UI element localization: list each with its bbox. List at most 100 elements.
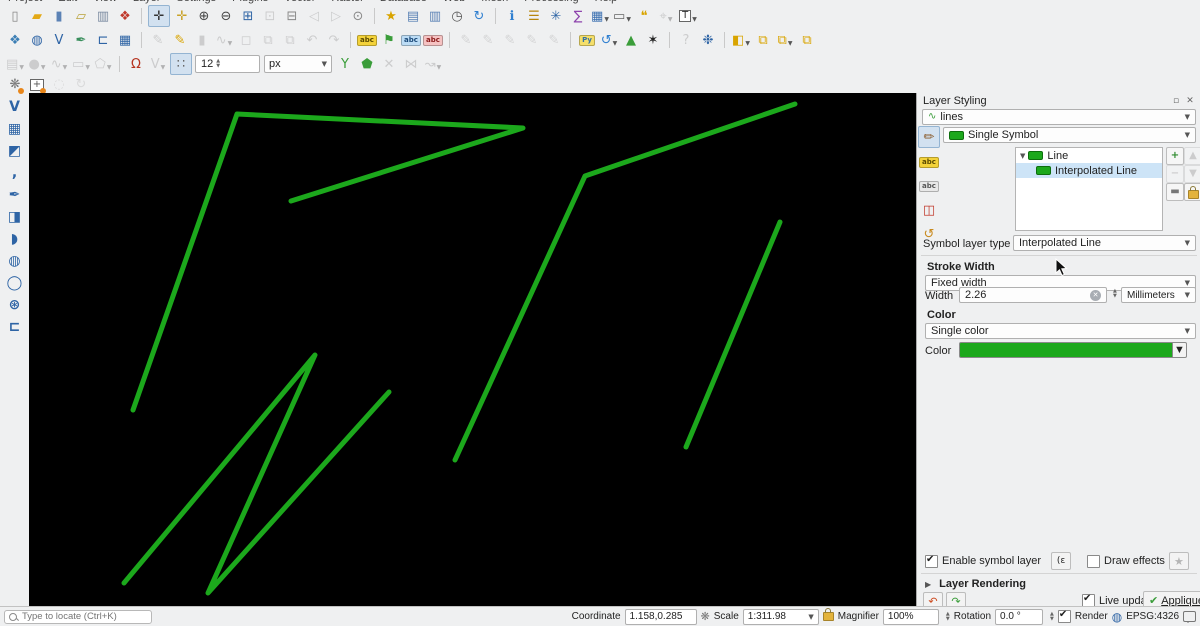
processing-history[interactable]: ↺ ▼: [599, 30, 619, 50]
dropdown-arrow-icon[interactable]: ▼: [613, 40, 618, 50]
layout-manager[interactable]: ▥: [93, 6, 113, 26]
dropdown-arrow-icon[interactable]: ▼: [626, 16, 631, 26]
width-spinbox[interactable]: 2.26 ✕: [959, 287, 1107, 303]
magnifier-box[interactable]: 100%: [882, 608, 939, 625]
add-wfs-layer[interactable]: ⊛: [5, 295, 25, 315]
add-virtual-layer[interactable]: ⊏: [5, 317, 25, 337]
draw-effects-checkbox[interactable]: [1087, 554, 1100, 568]
dropdown-arrow-icon[interactable]: ▼: [228, 40, 233, 50]
snapping-mode[interactable]: V ▼: [148, 54, 168, 74]
add-item[interactable]: +: [27, 75, 47, 95]
add-geopackage-layer[interactable]: ✒: [5, 185, 25, 205]
new-print-layout[interactable]: ▱: [71, 6, 91, 26]
toggle-editing[interactable]: ✎: [148, 30, 168, 50]
locator-input[interactable]: [20, 610, 147, 623]
new-project[interactable]: ▯: [5, 6, 25, 26]
map-tips[interactable]: ❝: [634, 6, 654, 26]
pin-unpin-labels[interactable]: ✎: [456, 30, 476, 50]
add-raster-layer[interactable]: ▦: [5, 119, 25, 139]
open-attribute-table[interactable]: ▦ ▼: [590, 6, 610, 26]
show-unplaced-labels[interactable]: abc: [423, 30, 443, 50]
add-layer[interactable]: ◍: [27, 30, 47, 50]
text-annotation[interactable]: T ▼: [678, 6, 698, 26]
save-project[interactable]: ▮: [49, 6, 69, 26]
remove-symbol-layer[interactable]: −: [1166, 165, 1184, 183]
add-db-layer[interactable]: ◍: [5, 251, 25, 271]
locator-search[interactable]: [4, 609, 152, 624]
width-spinner[interactable]: ▲ ▼: [1113, 289, 1117, 299]
zoom-out[interactable]: ⊖: [216, 6, 236, 26]
move-label[interactable]: ✎: [500, 30, 520, 50]
magnifier-spinner[interactable]: ▲ ▼: [946, 611, 950, 622]
color-mode-combo[interactable]: Single color ▼: [925, 323, 1196, 339]
zoom-in[interactable]: ⊕: [194, 6, 214, 26]
select-by-rectangle[interactable]: ◧ ▼: [731, 30, 751, 50]
vertex-tool[interactable]: ∿ ▼: [214, 30, 234, 50]
show-spatial-bookmarks[interactable]: ▤: [403, 6, 423, 26]
symbology-tab[interactable]: ✏: [918, 126, 940, 148]
enable-tracing[interactable]: Y: [335, 54, 355, 74]
style-manager[interactable]: ❖: [115, 6, 135, 26]
float-panel-icon[interactable]: ▫: [1170, 95, 1182, 107]
sync-tool[interactable]: ◌: [49, 75, 69, 95]
open-project[interactable]: ▰: [27, 6, 47, 26]
refresh-tool[interactable]: ↻: [71, 75, 91, 95]
change-label-properties[interactable]: ✎: [544, 30, 564, 50]
snapping-units-combo[interactable]: px ▼: [264, 55, 332, 73]
lock-scale-icon[interactable]: [822, 608, 834, 621]
copy-features[interactable]: ⧉: [258, 30, 278, 50]
close-panel-icon[interactable]: ✕: [1184, 95, 1196, 107]
new-shapefile-layer[interactable]: V: [49, 30, 69, 50]
current-edits[interactable]: ✎: [170, 30, 190, 50]
layer-labeling-options[interactable]: abc: [357, 30, 377, 50]
color-button[interactable]: ▼: [959, 342, 1187, 358]
add-symbol-layer[interactable]: +: [1166, 147, 1184, 165]
add-wms-layer[interactable]: ◯: [5, 273, 25, 293]
snapping-tolerance-spinner[interactable]: ▲ ▼: [216, 59, 220, 69]
new-vector-layer[interactable]: V: [5, 97, 25, 117]
layer-diagram-options[interactable]: ⚑: [379, 30, 399, 50]
symbol-layer-type-combo[interactable]: Interpolated Line ▼: [1013, 235, 1196, 251]
extents-icon[interactable]: ❋: [701, 611, 710, 622]
scale-combo[interactable]: 1:311.98 ▼: [742, 608, 819, 625]
select-by-expression[interactable]: ⧉: [797, 30, 817, 50]
add-line-feature[interactable]: ∿ ▼: [49, 54, 69, 74]
dropdown-arrow-icon[interactable]: ▼: [437, 64, 442, 74]
clear-value-icon[interactable]: ✕: [1090, 289, 1101, 301]
statistical-summary[interactable]: ∑: [568, 6, 588, 26]
snapping-tolerance-spinbox[interactable]: 12 ▲ ▼: [195, 55, 260, 73]
save-symbol[interactable]: ▬: [1166, 183, 1184, 201]
multiedit-form[interactable]: ◻: [236, 30, 256, 50]
globe-crs-icon[interactable]: ◍: [1112, 611, 1122, 623]
identify-features[interactable]: ℹ: [502, 6, 522, 26]
dropdown-arrow-icon[interactable]: ▼: [19, 64, 24, 74]
add-delimited-text-layer[interactable]: ,: [5, 163, 25, 183]
avoid-overlap[interactable]: ⬟: [357, 54, 377, 74]
deselect-features[interactable]: ✳: [546, 6, 566, 26]
add-postgis-layer[interactable]: ◨: [5, 207, 25, 227]
select-features-by-value[interactable]: ☰: [524, 6, 544, 26]
zoom-to-layer[interactable]: ⊟: [282, 6, 302, 26]
move-symbol-layer-down[interactable]: ▼: [1184, 165, 1200, 183]
new-mesh-layer[interactable]: ▦: [115, 30, 135, 50]
dropdown-arrow-icon[interactable]: ▼: [41, 64, 46, 74]
dropdown-arrow-icon[interactable]: ▼: [745, 40, 750, 50]
layer-rendering-heading[interactable]: Layer Rendering: [939, 578, 1026, 590]
save-layer-edits[interactable]: ▮: [192, 30, 212, 50]
plugin-tool[interactable]: ❉: [698, 30, 718, 50]
width-unit-combo[interactable]: Millimeters ▼: [1121, 287, 1196, 303]
rotation-spinner[interactable]: ▲ ▼: [1050, 611, 1054, 622]
add-point-feature[interactable]: ● ▼: [27, 54, 47, 74]
rotation-box[interactable]: 0.0 °: [995, 608, 1044, 625]
add-spatialite-layer[interactable]: ◗: [5, 229, 25, 249]
data-defined-override-button[interactable]: (ε: [1051, 552, 1072, 570]
labels-tab[interactable]: abc: [919, 152, 939, 172]
snapping-on-grid[interactable]: ∷: [170, 53, 192, 75]
zoom-next[interactable]: ▷: [326, 6, 346, 26]
symbol-tree-child-row[interactable]: Interpolated Line: [1016, 163, 1162, 178]
invert-selection[interactable]: ⧉ ▼: [775, 30, 795, 50]
lock-symbol-color[interactable]: [1184, 183, 1200, 201]
messages-icon[interactable]: [1183, 611, 1196, 623]
pan-map[interactable]: ✛: [148, 5, 170, 27]
enable-symbol-layer-checkbox[interactable]: [925, 554, 938, 568]
